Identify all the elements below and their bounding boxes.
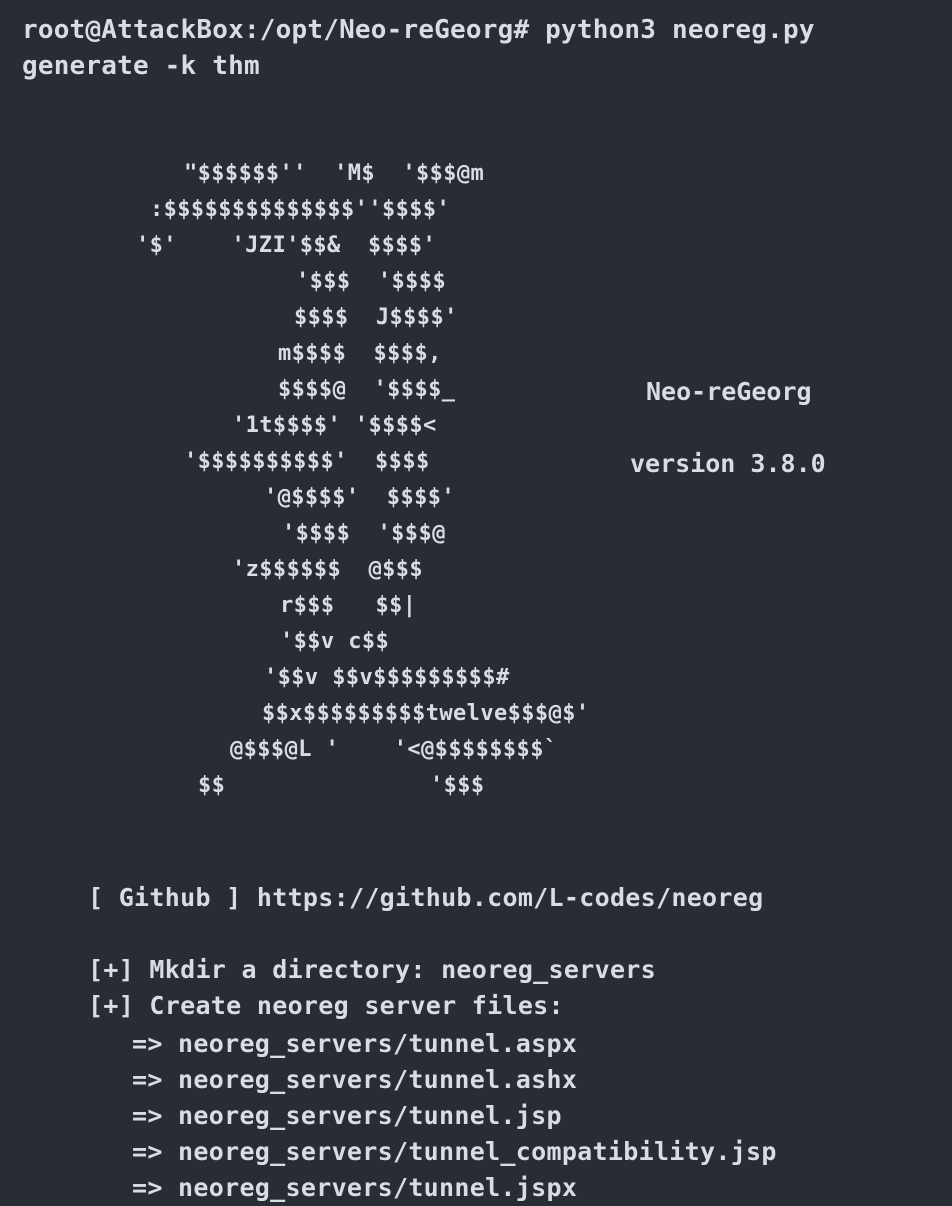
ascii-art-line: 'z$$$$$$ @$$$ (232, 557, 424, 582)
file-list-item: => neoreg_servers/tunnel_compatibility.j… (132, 1137, 777, 1166)
file-list-item: => neoreg_servers/tunnel.jspx (132, 1173, 578, 1202)
ascii-art-line: @$$$@L ' '<@$$$$$$$$` (230, 737, 558, 762)
ascii-art-line: '$$$$$$$$$$' $$$$ (184, 449, 430, 474)
tool-version: version 3.8.0 (630, 449, 826, 478)
file-list-item: => neoreg_servers/tunnel.ashx (132, 1065, 578, 1094)
terminal-window[interactable]: { "terminal": { "prompt": "root@AttackBo… (0, 0, 952, 1202)
ascii-art-line: '$' 'JZI'$$& $$$$' (136, 233, 437, 258)
ascii-art-line: r$$$ $$| (280, 593, 417, 618)
ascii-art-line: '1t$$$$' '$$$$< (232, 413, 437, 438)
ascii-art-line: $$$$@ '$$$$_ (278, 377, 456, 402)
file-list-item: => neoreg_servers/tunnel.jsp (132, 1101, 562, 1130)
file-list-item: => neoreg_servers/tunnel.aspx (132, 1029, 578, 1058)
ascii-art-line: '$$$$ '$$$@ (282, 521, 446, 546)
command-line-continued: generate -k thm (22, 51, 260, 81)
ascii-art-line: '$$v $$v$$$$$$$$$# (264, 665, 510, 690)
ascii-art-line: '$$v c$$ (280, 629, 390, 654)
ascii-art-line: '@$$$$' $$$$' (264, 485, 456, 510)
ascii-art-line: "$$$$$$'' 'M$ '$$$@m (184, 161, 485, 186)
github-link-line: [ Github ] https://github.com/L-codes/ne… (88, 883, 764, 912)
ascii-art-line: $$ '$$$ (198, 773, 485, 798)
ascii-art-line: '$$$ '$$$$ (296, 269, 447, 294)
ascii-art-line: $$x$$$$$$$$$twelve$$$@$' (262, 701, 590, 726)
ascii-art-line: $$$$ J$$$$' (294, 305, 458, 330)
tool-name: Neo-reGeorg (646, 377, 812, 406)
ascii-art-line: :$$$$$$$$$$$$$$''$$$$' (150, 197, 451, 222)
mkdir-message: [+] Mkdir a directory: neoreg_servers (88, 955, 656, 984)
ascii-art-line: m$$$$ $$$$, (278, 341, 442, 366)
create-files-message: [+] Create neoreg server files: (88, 991, 564, 1020)
command-line: root@AttackBox:/opt/Neo-reGeorg# python3… (22, 15, 815, 45)
